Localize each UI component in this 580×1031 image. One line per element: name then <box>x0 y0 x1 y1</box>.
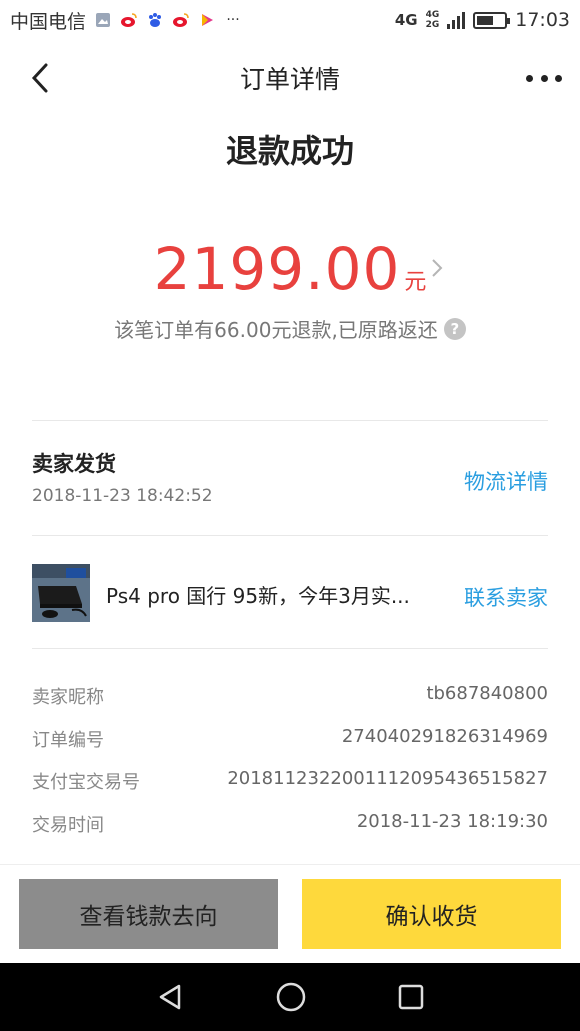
system-nav-bar <box>0 963 580 1031</box>
back-triangle-icon[interactable] <box>155 982 185 1012</box>
product-image-icon <box>32 564 90 622</box>
info-row-alipay-number: 支付宝交易号 2018112322001112095436515827 <box>32 768 548 794</box>
refund-note-text: 该笔订单有66.00元退款,已原路返还 <box>114 318 438 342</box>
network-4g-label: 4G <box>394 11 418 29</box>
recents-square-icon[interactable] <box>397 983 425 1011</box>
home-circle-icon[interactable] <box>275 981 307 1013</box>
battery-icon <box>473 11 511 29</box>
info-value: tb687840800 <box>426 683 548 704</box>
info-label: 交易时间 <box>32 815 104 836</box>
more-button[interactable] <box>526 68 562 88</box>
product-title[interactable]: Ps4 pro 国行 95新，今年3月实... <box>106 580 436 609</box>
amount-unit: 元 <box>404 270 427 295</box>
more-dot-icon <box>526 74 533 82</box>
product-thumbnail[interactable] <box>32 564 90 622</box>
video-play-icon <box>198 11 216 29</box>
divider <box>32 648 548 649</box>
divider <box>32 535 548 536</box>
info-row-seller-nickname: 卖家昵称 tb687840800 <box>32 683 548 709</box>
network-bottom-label: 2G <box>425 20 440 30</box>
more-notifications-icon: ··· <box>226 12 240 28</box>
info-label: 支付宝交易号 <box>32 772 140 793</box>
logistics-detail-link[interactable]: 物流详情 <box>464 466 548 496</box>
amount-row[interactable]: 2199.00 元 <box>0 234 580 304</box>
amount-value: 2199.00 <box>153 235 401 303</box>
ship-time: 2018-11-23 18:42:52 <box>32 486 213 506</box>
network-dual-label: 4G 2G <box>426 10 440 30</box>
network-top-label: 4G <box>425 10 440 20</box>
contact-seller-link[interactable]: 联系卖家 <box>464 582 548 612</box>
refund-note: 该笔订单有66.00元退款,已原路返还 ? <box>0 314 580 343</box>
back-arrow-icon <box>31 63 48 93</box>
nav-bar: 订单详情 <box>0 40 580 116</box>
bottom-action-bar: 查看钱款去向 确认收货 <box>0 864 580 963</box>
divider <box>32 420 548 421</box>
info-value: 2018-11-23 18:19:30 <box>356 811 548 832</box>
info-row-order-number: 订单编号 274040291826314969 <box>32 726 548 752</box>
status-bar: 中国电信 ··· 4G 4G 2G 17:03 <box>0 0 580 40</box>
more-dot-icon <box>540 74 548 82</box>
order-status-title: 退款成功 <box>225 132 354 170</box>
status-right: 4G 4G 2G 17:03 <box>395 9 570 31</box>
gallery-icon <box>94 11 112 29</box>
weibo-icon <box>120 11 138 29</box>
baidu-icon <box>146 11 164 29</box>
chevron-right-icon[interactable] <box>430 256 444 280</box>
more-dot-icon <box>555 74 562 82</box>
page-title: 订单详情 <box>239 65 340 94</box>
view-funds-button[interactable]: 查看钱款去向 <box>19 879 278 949</box>
info-value: 2018112322001112095436515827 <box>227 768 548 789</box>
weibo-icon <box>172 11 190 29</box>
info-row-trade-time: 交易时间 2018-11-23 18:19:30 <box>32 811 548 837</box>
carrier-label: 中国电信 <box>10 10 87 33</box>
info-label: 订单编号 <box>32 730 104 751</box>
clock-label: 17:03 <box>515 9 570 31</box>
ship-status-label: 卖家发货 <box>32 452 116 476</box>
back-button[interactable] <box>26 62 56 94</box>
info-label: 卖家昵称 <box>32 687 104 708</box>
help-icon[interactable]: ? <box>443 317 466 340</box>
confirm-receipt-button[interactable]: 确认收货 <box>302 879 561 949</box>
info-value: 274040291826314969 <box>341 726 548 747</box>
signal-icon <box>447 11 466 29</box>
status-left: 中国电信 ··· <box>10 7 242 34</box>
